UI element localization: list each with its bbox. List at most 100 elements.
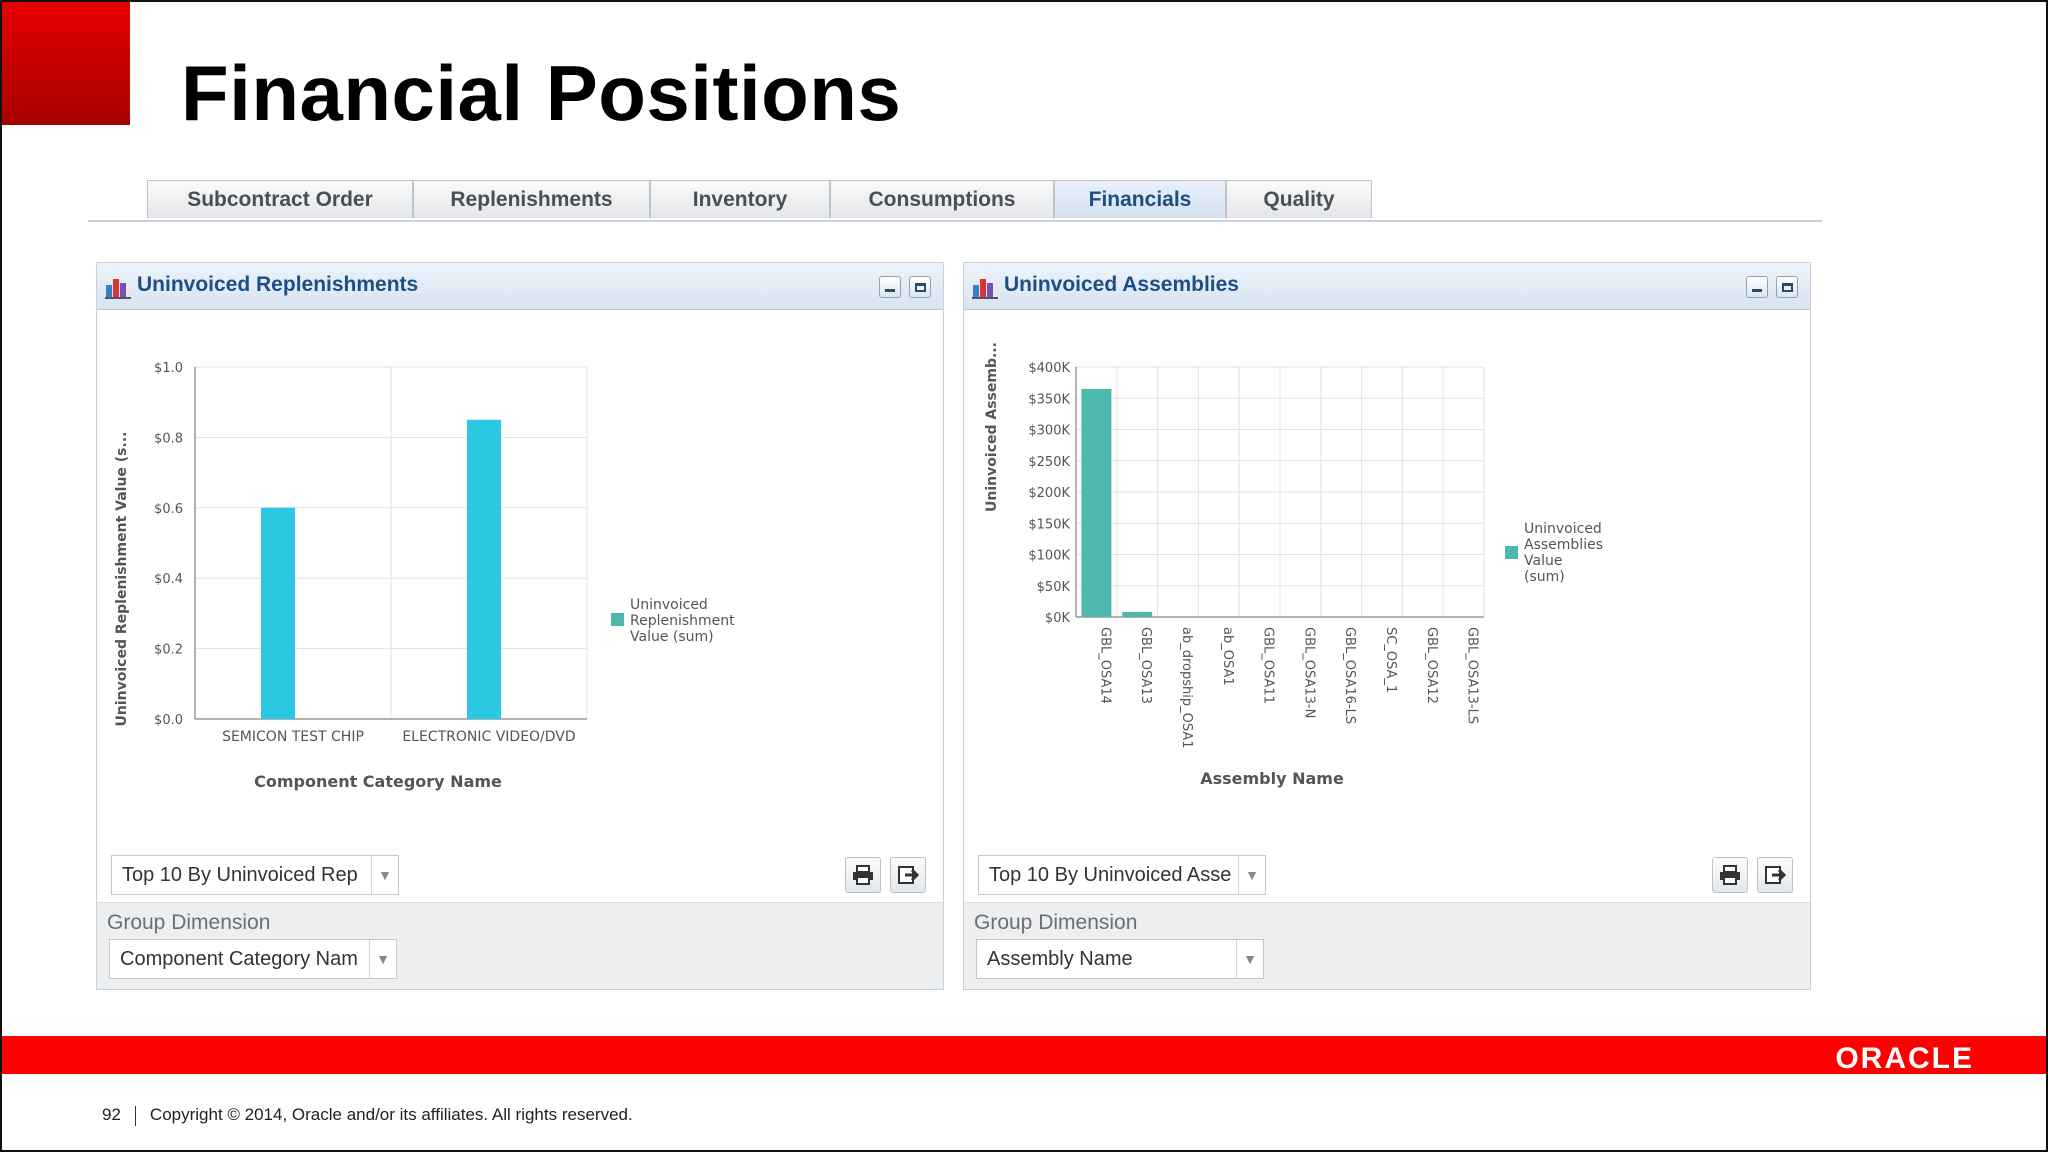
footer-copyright: 92 Copyright © 2014, Oracle and/or its af… — [102, 1105, 633, 1126]
group-dimension-label: Group Dimension — [107, 911, 271, 934]
legend-line-1: Uninvoiced — [1524, 521, 1602, 537]
y-tick-label: $0.8 — [154, 431, 183, 446]
minimize-button[interactable] — [1746, 276, 1768, 298]
chart-grid — [1075, 366, 1485, 618]
panel-uninvoiced-replenishments: Uninvoiced Replenishments $0.0 $0.2 $0.4 $0… — [96, 262, 944, 990]
group-dimension-value: Assembly Name — [987, 947, 1133, 970]
filter-value: Top 10 By Uninvoiced Rep — [122, 863, 358, 886]
y-tick-label: $0.4 — [154, 572, 183, 587]
tab-subcontract-order[interactable]: Subcontract Order — [147, 180, 413, 218]
x-tick-label: GBL_OSA13-LS — [1465, 627, 1480, 724]
y-tick-label: $150K — [1028, 517, 1070, 532]
legend-line-2: Replenishment — [630, 613, 735, 629]
top10-filter-select[interactable]: Top 10 By Uninvoiced Rep ▼ — [111, 855, 399, 895]
minimize-button[interactable] — [879, 276, 901, 298]
export-icon — [1765, 866, 1786, 884]
x-axis-label: Assembly Name — [1200, 769, 1344, 788]
bar — [1122, 612, 1153, 617]
group-dimension-area: Group Dimension Assembly Name ▼ — [964, 902, 1810, 989]
chart-grid — [194, 366, 588, 720]
legend-swatch — [1505, 546, 1518, 559]
y-tick-label: $350K — [1028, 392, 1070, 407]
y-tick-label: $0.2 — [154, 643, 183, 658]
legend-line-3: Value (sum) — [630, 629, 714, 645]
export-button[interactable] — [890, 857, 926, 893]
legend-line-4: (sum) — [1524, 569, 1565, 585]
minimize-icon — [1752, 288, 1762, 292]
y-tick-label: $250K — [1028, 455, 1070, 470]
x-tick-label: ab_dropship_OSA1 — [1179, 627, 1194, 749]
tab-financials[interactable]: Financials — [1054, 180, 1226, 218]
page-number: 92 — [102, 1105, 121, 1124]
copyright-text: Copyright © 2014, Oracle and/or its affi… — [149, 1105, 633, 1124]
y-axis-label: Uninvoiced Assemb... — [984, 342, 1000, 512]
y-tick-label: $300K — [1028, 424, 1070, 439]
red-corner-block — [2, 2, 130, 125]
tab-consumptions[interactable]: Consumptions — [830, 180, 1054, 218]
chevron-down-icon: ▼ — [1238, 856, 1265, 894]
bar-chart-icon — [105, 279, 131, 299]
tab-replenishments[interactable]: Replenishments — [413, 180, 650, 218]
print-button[interactable] — [1712, 857, 1748, 893]
y-tick-label: $50K — [1037, 580, 1071, 595]
x-tick-label: GBL_OSA11 — [1261, 627, 1276, 704]
bar — [1081, 388, 1112, 617]
chevron-down-icon: ▼ — [371, 856, 398, 894]
group-dimension-select[interactable]: Component Category Nam ▼ — [109, 939, 397, 979]
bar-chart-icon — [972, 279, 998, 299]
oracle-logo: ORACLE — [1835, 1042, 1974, 1075]
minimize-icon — [885, 288, 895, 292]
panel-header: Uninvoiced Replenishments — [97, 263, 943, 310]
x-tick-label: GBL_OSA12 — [1424, 627, 1439, 704]
y-tick-label: $1.0 — [154, 361, 183, 376]
y-axis-label: Uninvoiced Replenishment Value (s... — [114, 432, 130, 727]
x-axis-ticks: GBL_OSA14 GBL_OSA13 ab_dropship_OSA1 ab_OSA… — [1097, 627, 1479, 749]
panel-title: Uninvoiced Assemblies — [1004, 273, 1239, 296]
group-dimension-select[interactable]: Assembly Name ▼ — [976, 939, 1264, 979]
tab-quality[interactable]: Quality — [1226, 180, 1372, 218]
tab-strip: Subcontract Order Replenishments Invento… — [88, 180, 1822, 222]
maximize-button[interactable] — [1776, 276, 1798, 298]
x-tick-label: GBL_OSA13-N — [1301, 627, 1316, 718]
y-tick-label: $0K — [1045, 611, 1071, 626]
footer-red-bar: ORACLE — [2, 1036, 2046, 1075]
printer-icon — [1720, 865, 1740, 885]
export-button[interactable] — [1757, 857, 1793, 893]
tab-inventory[interactable]: Inventory — [650, 180, 830, 218]
legend-line-1: Uninvoiced — [630, 597, 708, 613]
bar — [261, 507, 295, 719]
chevron-down-icon: ▼ — [369, 940, 396, 978]
printer-icon — [853, 865, 873, 885]
y-axis-ticks: $0.0 $0.2 $0.4 $0.6 $0.8 $1.0 — [154, 361, 183, 728]
filter-value: Top 10 By Uninvoiced Asse — [989, 863, 1232, 886]
x-tick-label: GBL_OSA16-LS — [1342, 627, 1357, 724]
maximize-icon — [914, 282, 926, 292]
panel-title: Uninvoiced Replenishments — [137, 273, 419, 296]
x-tick-label: SC_OSA_1 — [1383, 627, 1398, 693]
assemblies-chart: $0K $50K $100K $150K $200K $250K $300K $350K $40… — [984, 342, 1603, 788]
y-tick-label: $400K — [1028, 361, 1070, 376]
panel-uninvoiced-assemblies: Uninvoiced Assemblies $0K $50K $100K $150K $… — [963, 262, 1811, 990]
x-axis-label: Component Category Name — [254, 772, 502, 791]
y-tick-label: $0.6 — [154, 502, 183, 517]
top10-filter-select[interactable]: Top 10 By Uninvoiced Asse ▼ — [978, 855, 1266, 895]
bar — [467, 419, 501, 719]
group-dimension-value: Component Category Nam — [120, 947, 358, 970]
panel-header: Uninvoiced Assemblies — [964, 263, 1810, 310]
y-axis-ticks: $0K $50K $100K $150K $200K $250K $300K $350K $40… — [1028, 361, 1070, 626]
y-tick-label: $0.0 — [154, 713, 183, 728]
x-axis-ticks: SEMICON TEST CHIP ELECTRONIC VIDEO/DVD — [222, 729, 576, 745]
x-tick-label: SEMICON TEST CHIP — [222, 729, 364, 745]
footer-divider — [134, 1105, 136, 1126]
slide-title: Financial Positions — [181, 49, 902, 137]
group-dimension-area: Group Dimension Component Category Nam ▼ — [97, 902, 943, 989]
x-tick-label: ab_OSA1 — [1220, 627, 1235, 686]
print-button[interactable] — [845, 857, 881, 893]
chart-bars — [261, 419, 501, 719]
legend-swatch — [611, 613, 624, 626]
legend-line-2: Assemblies — [1524, 537, 1603, 553]
maximize-button[interactable] — [909, 276, 931, 298]
y-tick-label: $100K — [1028, 549, 1070, 564]
chevron-down-icon: ▼ — [1236, 940, 1263, 978]
legend-line-3: Value — [1524, 553, 1562, 569]
